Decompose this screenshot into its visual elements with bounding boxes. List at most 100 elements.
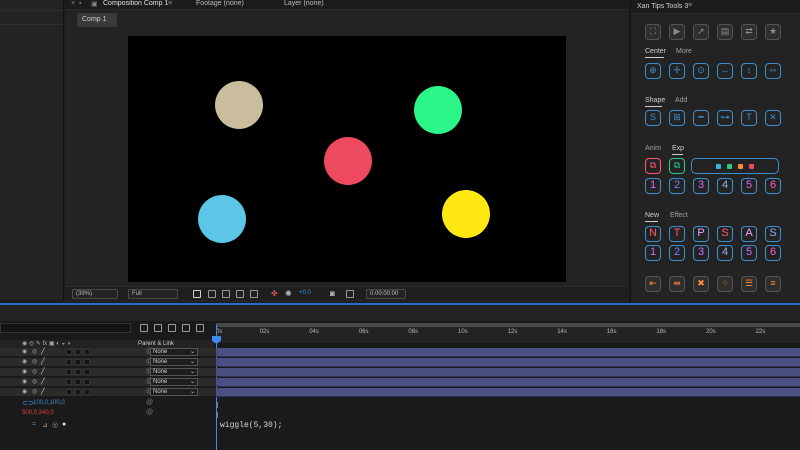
parent-dropdown[interactable]: None ⌄ (150, 368, 198, 376)
graph-icon[interactable]: ⊿ (42, 421, 48, 429)
expression-language-icon[interactable]: ● (62, 421, 66, 428)
effect-preset-button-5[interactable]: 5 (741, 245, 757, 261)
lines-icon[interactable]: ≡ (765, 276, 781, 292)
new-layer-button-2[interactable]: T (669, 226, 685, 242)
layer-row[interactable]: ◉◎╱@None⌄ (0, 348, 216, 357)
exposure-icon[interactable]: ✺ (285, 289, 292, 298)
grid-dots-icon[interactable]: ⁘ (717, 276, 733, 292)
swap-icon[interactable]: ⇄ (741, 24, 757, 40)
switch-box[interactable] (75, 349, 81, 355)
distribute-horizontal-icon[interactable]: ⇿ (765, 63, 781, 79)
composition-viewer[interactable] (128, 36, 566, 282)
quality-icon[interactable]: ╱ (41, 348, 45, 355)
parent-dropdown[interactable]: None ⌄ (150, 358, 198, 366)
tab-effect[interactable]: Effect (670, 212, 688, 219)
expression-text[interactable]: wiggle(5,30); (220, 421, 282, 430)
effect-preset-button-2[interactable]: 2 (669, 245, 685, 261)
switch-box[interactable] (66, 379, 72, 385)
tab-shape[interactable]: Shape (645, 97, 665, 104)
exp-preset-button-3[interactable]: 3 (693, 178, 709, 194)
switch-box[interactable] (66, 389, 72, 395)
solo-icon[interactable]: ◎ (32, 348, 37, 355)
layer-row[interactable]: ◉◎╱@None⌄ (0, 358, 216, 367)
pick-whip-icon[interactable]: @ (146, 409, 153, 416)
switch-box[interactable] (66, 359, 72, 365)
shape-text-icon[interactable]: T (741, 110, 757, 126)
solo-icon[interactable]: ◎ (32, 368, 37, 375)
exp-preset-button-1[interactable]: 1 (645, 178, 661, 194)
center-horizontal-icon[interactable]: ↔ (717, 63, 733, 79)
layer-duration-bar[interactable] (216, 388, 800, 397)
video-icon[interactable]: ▶ (669, 24, 685, 40)
tab-footage[interactable]: Footage (none) (196, 0, 244, 7)
quality-icon[interactable]: ╱ (41, 388, 45, 395)
layer-duration-bar[interactable] (216, 348, 800, 357)
swatch-orange[interactable] (738, 164, 743, 169)
shape-stroke-icon[interactable]: ━ (693, 110, 709, 126)
color-swatch-bar[interactable] (691, 158, 779, 174)
layer-duration-bar[interactable] (216, 358, 800, 367)
center-vertical-icon[interactable]: ↕ (741, 63, 757, 79)
draft-3d-icon[interactable] (154, 324, 162, 332)
lock-icon[interactable]: ▪ (79, 0, 81, 7)
color-channels-icon[interactable]: ✤ (271, 289, 278, 298)
star-icon[interactable]: ★ (765, 24, 781, 40)
exp-preset-button-2[interactable]: 2 (669, 178, 685, 194)
shape-link-icon[interactable]: ⊶ (717, 110, 733, 126)
switch-box[interactable] (75, 389, 81, 395)
parent-dropdown[interactable]: None ⌄ (150, 348, 198, 356)
frame-blending-icon[interactable] (182, 324, 190, 332)
transparency-grid-icon[interactable] (208, 290, 216, 298)
solo-icon[interactable]: ◎ (32, 378, 37, 385)
quality-icon[interactable]: ╱ (41, 368, 45, 375)
blue-circle[interactable] (198, 195, 246, 243)
region-of-interest-icon[interactable] (236, 290, 244, 298)
layer-row[interactable]: ◉◎╱@None⌄ (0, 378, 216, 387)
visibility-icon[interactable]: ◉ (22, 378, 27, 385)
effect-preset-button-6[interactable]: 6 (765, 245, 781, 261)
work-area-bar[interactable] (216, 323, 800, 327)
link-icon[interactable]: ⊂⊃ (22, 399, 34, 407)
snapshot-icon[interactable]: ◙ (330, 289, 335, 298)
zoom-dropdown[interactable]: (39%) (72, 289, 118, 299)
duplicate-icon[interactable]: ⧉ (645, 158, 661, 174)
delete-icon[interactable]: ✖ (693, 276, 709, 292)
tab-composition[interactable]: Composition Comp 1 (103, 0, 168, 7)
exp-preset-button-6[interactable]: 6 (765, 178, 781, 194)
solo-icon[interactable]: ◎ (32, 358, 37, 365)
switch-box[interactable] (84, 349, 90, 355)
expression-enable-icon[interactable]: = (32, 421, 36, 428)
expression-editor[interactable]: wiggle(5,30); I I (216, 401, 800, 450)
effect-preset-button-4[interactable]: 4 (717, 245, 733, 261)
panel-menu-icon[interactable]: ≡ (688, 2, 692, 9)
layer-row[interactable]: ◉◎╱@None⌄ (0, 368, 216, 377)
position-value[interactable]: 500,0,340,0 (22, 410, 54, 416)
switch-box[interactable] (84, 389, 90, 395)
tab-layer[interactable]: Layer (none) (284, 0, 324, 7)
visibility-icon[interactable]: ◉ (22, 348, 27, 355)
new-layer-button-6[interactable]: S (765, 226, 781, 242)
switch-box[interactable] (75, 369, 81, 375)
quality-icon[interactable]: ╱ (41, 358, 45, 365)
visibility-icon[interactable]: ◉ (22, 388, 27, 395)
new-layer-button-1[interactable]: N (645, 226, 661, 242)
center-anchor-icon[interactable]: ⊕ (645, 63, 661, 79)
switch-box[interactable] (66, 369, 72, 375)
switch-box[interactable] (75, 359, 81, 365)
timecode-display[interactable]: 0:00:00:00 (366, 289, 406, 299)
green-circle[interactable] (414, 86, 462, 134)
show-snapshot-icon[interactable] (346, 290, 354, 298)
layer-duration-bar[interactable] (216, 378, 800, 387)
exp-preset-button-4[interactable]: 4 (717, 178, 733, 194)
shape-path-icon[interactable]: S (645, 110, 661, 126)
swatch-blue[interactable] (716, 164, 721, 169)
quality-icon[interactable]: ╱ (41, 378, 45, 385)
switch-box[interactable] (75, 379, 81, 385)
switch-box[interactable] (84, 369, 90, 375)
new-layer-button-5[interactable]: A (741, 226, 757, 242)
visibility-icon[interactable]: ◉ (22, 368, 27, 375)
shape-add-icon[interactable]: ⊞ (669, 110, 685, 126)
tab-exp[interactable]: Exp (672, 145, 684, 152)
panel-menu-icon[interactable]: ≡ (168, 0, 172, 7)
tab-new[interactable]: New (645, 212, 659, 219)
